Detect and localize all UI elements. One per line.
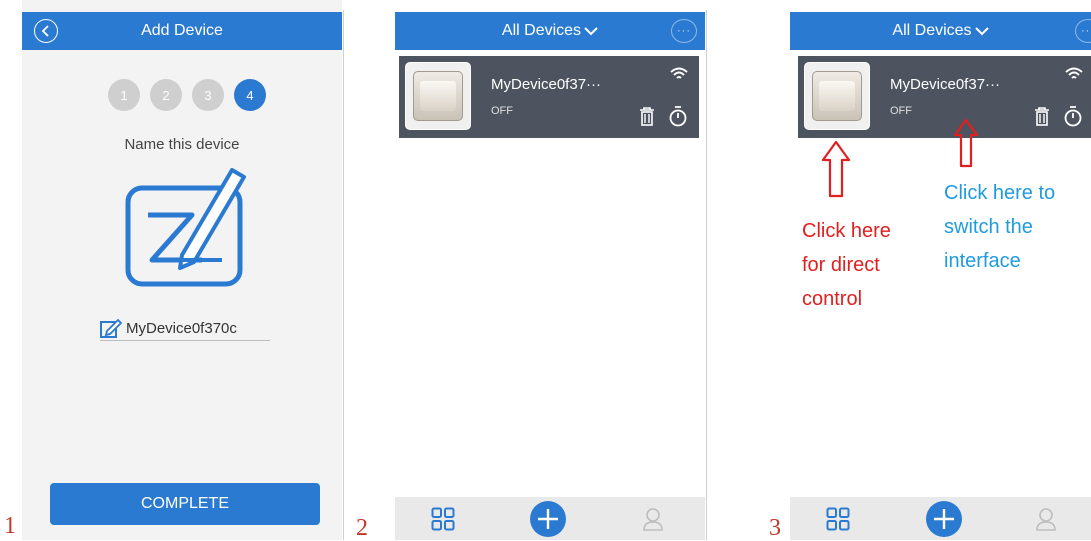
caption-number-3: 3 <box>769 515 781 541</box>
add-icon <box>934 509 954 529</box>
device-name-field[interactable]: MyDevice0f370c <box>100 316 270 341</box>
wifi-icon <box>670 67 688 79</box>
user-icon[interactable] <box>1035 507 1057 531</box>
step-indicator: 1 2 3 4 <box>108 79 266 111</box>
more-icon[interactable]: ··· <box>1075 19 1091 43</box>
add-device-screen: Add Device 1 2 3 4 Name this device MyDe… <box>22 0 342 540</box>
arrow-up-icon <box>821 140 851 198</box>
annotation-direct-control: Click here for direct control <box>802 220 891 310</box>
step-4: 4 <box>234 79 266 111</box>
chevron-down-icon[interactable] <box>584 26 598 36</box>
device-status: OFF <box>890 105 912 117</box>
add-button[interactable] <box>530 501 566 537</box>
caption-number-2: 2 <box>356 515 368 541</box>
all-devices-annotated-screen: All Devices ··· MyDevice0f37··· OFF <box>790 0 1091 540</box>
add-button[interactable] <box>926 501 962 537</box>
grid-icon[interactable] <box>431 507 455 531</box>
device-name: MyDevice0f37··· <box>491 76 602 93</box>
page-title[interactable]: All Devices <box>892 22 971 40</box>
edit-icon <box>100 318 122 338</box>
caption-number-1: 1 <box>4 513 16 539</box>
header: All Devices ··· <box>395 12 705 50</box>
header: Add Device <box>22 12 342 50</box>
name-device-title: Name this device <box>124 136 240 153</box>
grid-icon[interactable] <box>826 507 850 531</box>
annotation-switch-interface: Click here to switch the interface <box>944 182 1056 272</box>
back-button[interactable] <box>34 19 58 43</box>
all-devices-screen: All Devices ··· MyDevice0f37··· OFF <box>395 0 705 540</box>
switch-icon <box>413 71 463 121</box>
device-card[interactable]: MyDevice0f37··· OFF <box>399 56 699 138</box>
device-name: MyDevice0f37··· <box>890 76 1001 93</box>
timer-icon[interactable] <box>1064 106 1082 127</box>
trash-icon[interactable] <box>1034 106 1050 126</box>
device-switch-button[interactable] <box>405 62 471 130</box>
user-icon[interactable] <box>642 507 664 531</box>
device-name-value: MyDevice0f370c <box>126 319 237 337</box>
more-icon[interactable]: ··· <box>671 19 697 43</box>
page-title[interactable]: All Devices <box>502 22 581 40</box>
add-icon <box>538 509 558 529</box>
device-switch-button[interactable] <box>804 62 870 130</box>
tab-bar <box>395 497 705 540</box>
page-title: Add Device <box>141 22 223 39</box>
step-2: 2 <box>150 79 182 111</box>
chevron-down-icon[interactable] <box>974 26 989 36</box>
timer-icon[interactable] <box>669 106 687 127</box>
header: All Devices ··· <box>790 12 1091 50</box>
wifi-icon <box>1065 67 1083 79</box>
name-device-icon <box>125 168 246 287</box>
step-3: 3 <box>192 79 224 111</box>
complete-button[interactable]: COMPLETE <box>50 483 320 525</box>
device-status: OFF <box>491 105 513 117</box>
switch-icon <box>812 71 862 121</box>
device-card[interactable]: MyDevice0f37··· OFF <box>798 56 1091 138</box>
trash-icon[interactable] <box>639 106 655 126</box>
divider <box>343 10 344 540</box>
step-1: 1 <box>108 79 140 111</box>
tab-bar <box>790 497 1091 540</box>
divider <box>706 10 707 540</box>
back-icon <box>41 25 49 37</box>
arrow-up-icon <box>953 118 979 168</box>
